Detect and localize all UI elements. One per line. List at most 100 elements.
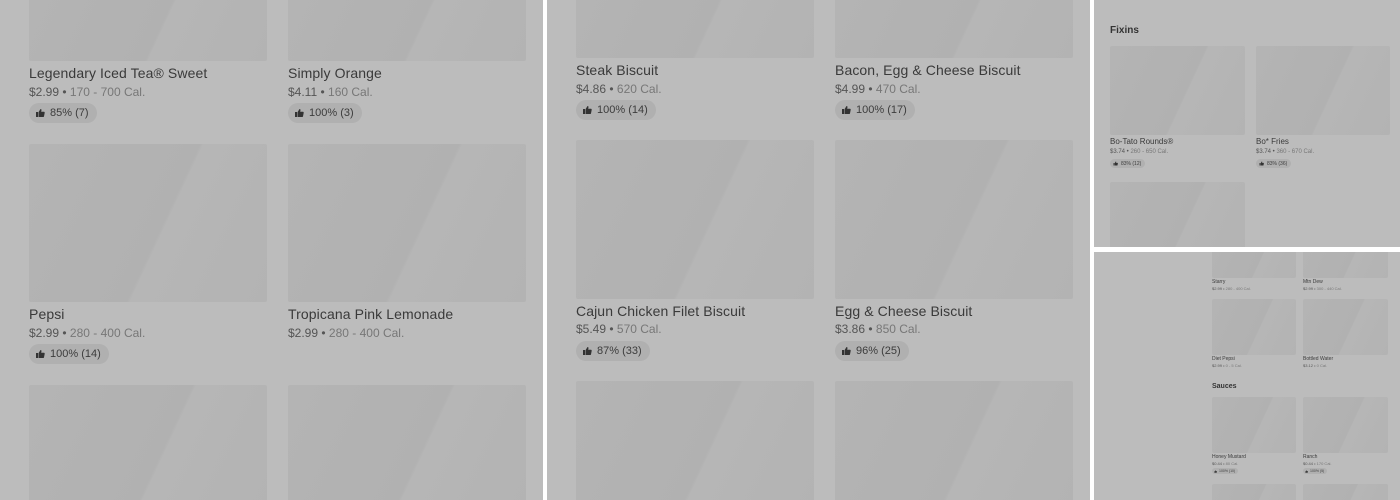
- item-price: $4.99: [835, 82, 866, 96]
- item-name: Pepsi: [29, 306, 65, 322]
- menu-item-card[interactable]: Legendary Iced Tea® Sweet $2.99 • 170 - …: [29, 0, 267, 125]
- menu-item-card[interactable]: Tropicana Pink Lemonade $2.99 • 280 - 40…: [288, 144, 526, 369]
- rating-badge: 83% (36): [1256, 159, 1292, 168]
- menu-item-card[interactable]: Bottled Water $3.12 • 0 Cal.: [1303, 299, 1388, 371]
- item-calories: 170 - 700 Cal.: [69, 85, 146, 99]
- menu-item-card[interactable]: Diet Pepsi $2.99 • 0 - 5 Cal.: [1212, 299, 1296, 371]
- item-image: [835, 140, 1073, 299]
- item-price: $2.99: [29, 85, 60, 99]
- menu-item-card[interactable]: Egg & Cheese Biscuit $3.86 • 850 Cal. 96…: [835, 140, 1073, 365]
- thumbs-up-icon: [841, 346, 851, 356]
- item-price-calories: $2.99 • 280 - 400 Cal.: [1212, 286, 1251, 291]
- item-name: Mtn Dew: [1303, 279, 1323, 285]
- rating-badge: 100% (3): [288, 103, 362, 123]
- menu-item-card[interactable]: Bo* Fries $3.74 • 360 - 670 Cal. 83% (36…: [1256, 46, 1390, 172]
- item-image: [288, 144, 526, 302]
- menu-item-card[interactable]: Pepsi $2.99 • 280 - 400 Cal. 100% (14): [29, 144, 267, 369]
- rating-text: 100% (17): [856, 104, 907, 116]
- item-price: $0.44: [1212, 461, 1223, 466]
- item-calories: 260 - 650 Cal.: [1130, 149, 1169, 155]
- rating-badge: 87% (33): [576, 341, 650, 361]
- item-name: Diet Pepsi: [1212, 356, 1235, 362]
- thumbs-up-icon: [582, 346, 592, 356]
- item-price: $5.49: [576, 322, 607, 336]
- thumbs-up-icon: [1113, 161, 1118, 166]
- item-image[interactable]: [1110, 182, 1245, 247]
- item-name: Bo-Tato Rounds®: [1110, 137, 1174, 146]
- item-price-calories: $4.86 • 620 Cal.: [576, 82, 662, 96]
- item-calories: 280 - 400 Cal.: [1225, 286, 1251, 291]
- item-price: $2.99: [1212, 363, 1223, 368]
- item-calories: 620 Cal.: [616, 82, 662, 96]
- thumbs-up-icon: [35, 108, 45, 118]
- item-image[interactable]: [576, 381, 814, 500]
- item-image: [1212, 299, 1296, 355]
- drinks-sauces-panel: Starry $2.99 • 280 - 400 Cal. Mtn Dew $2…: [1094, 252, 1400, 500]
- rating-badge: 100% (17): [835, 100, 915, 120]
- item-name: Egg & Cheese Biscuit: [835, 303, 973, 319]
- menu-item-card[interactable]: Cajun Chicken Filet Biscuit $5.49 • 570 …: [576, 140, 814, 365]
- menu-item-card[interactable]: Starry $2.99 • 280 - 400 Cal.: [1212, 252, 1296, 294]
- section-title: Sauces: [1212, 383, 1237, 390]
- item-price-calories: $3.86 • 850 Cal.: [835, 322, 921, 336]
- menu-item-card[interactable]: Mtn Dew $2.99 • 300 - 440 Cal.: [1303, 252, 1388, 294]
- rating-badge: 100% (14): [576, 100, 656, 120]
- menu-item-card[interactable]: Steak Biscuit $4.86 • 620 Cal. 100% (14): [576, 0, 814, 122]
- thumbs-up-icon: [582, 105, 592, 115]
- item-price-calories: $2.99 • 170 - 700 Cal.: [29, 85, 146, 99]
- item-calories: 280 - 400 Cal.: [69, 326, 146, 340]
- item-price: $0.44: [1303, 461, 1314, 466]
- drinks-panel: Legendary Iced Tea® Sweet $2.99 • 170 - …: [0, 0, 543, 500]
- item-price-calories: $0.44 • 170 Cal.: [1303, 461, 1332, 466]
- menu-item-card[interactable]: Bo-Tato Rounds® $3.74 • 260 - 650 Cal. 8…: [1110, 46, 1245, 172]
- item-calories: 160 Cal.: [328, 85, 373, 99]
- item-price: $4.11: [288, 85, 318, 99]
- item-image: [1110, 46, 1245, 135]
- item-calories: 0 - 5 Cal.: [1225, 363, 1242, 368]
- item-name: Bacon, Egg & Cheese Biscuit: [835, 62, 1021, 78]
- item-price-calories: $3.12 • 0 Cal.: [1303, 363, 1328, 368]
- item-calories: 360 - 670 Cal.: [1276, 149, 1315, 155]
- thumbs-up-icon: [1214, 469, 1217, 473]
- item-price: $3.74: [1110, 149, 1126, 155]
- item-price: $4.86: [576, 82, 607, 96]
- item-image[interactable]: [835, 381, 1073, 500]
- item-name: Bo* Fries: [1256, 137, 1289, 146]
- item-price-calories: $3.74 • 360 - 670 Cal.: [1256, 149, 1315, 155]
- item-price-calories: $4.11 • 160 Cal.: [288, 85, 373, 99]
- item-name: Simply Orange: [288, 65, 382, 81]
- item-image: [1212, 252, 1296, 278]
- item-price: $2.99: [1212, 286, 1223, 291]
- thumbs-up-icon: [1259, 161, 1264, 166]
- item-image: [1256, 46, 1390, 135]
- biscuits-panel: Steak Biscuit $4.86 • 620 Cal. 100% (14)…: [547, 0, 1090, 500]
- item-price: $3.12: [1303, 363, 1314, 368]
- fixins-panel: Fixins Bo-Tato Rounds® $3.74 • 260 - 650…: [1094, 0, 1400, 247]
- item-calories: 300 - 440 Cal.: [1316, 286, 1342, 291]
- menu-item-card[interactable]: Honey Mustard $0.44 • 80 Cal. 100% (10): [1212, 397, 1296, 477]
- item-image[interactable]: [288, 385, 526, 500]
- rating-badge: 85% (7): [29, 103, 97, 123]
- item-price: $2.99: [29, 326, 60, 340]
- menu-item-card[interactable]: Bacon, Egg & Cheese Biscuit $4.99 • 470 …: [835, 0, 1073, 122]
- item-calories: 0 Cal.: [1316, 363, 1328, 368]
- item-price-calories: $0.44 • 80 Cal.: [1212, 461, 1239, 466]
- thumbs-up-icon: [841, 105, 851, 115]
- item-image: [1303, 397, 1388, 453]
- item-price: $3.74: [1256, 149, 1272, 155]
- menu-item-card[interactable]: Ranch $0.44 • 170 Cal. 100% (5): [1303, 397, 1388, 477]
- item-calories: 170 Cal.: [1316, 461, 1332, 466]
- item-image: [29, 0, 267, 61]
- rating-text: 87% (33): [597, 345, 642, 357]
- item-image[interactable]: [29, 385, 267, 500]
- item-image: [1212, 397, 1296, 453]
- rating-badge: 100% (14): [29, 344, 109, 364]
- item-calories: 280 - 400 Cal.: [328, 326, 405, 340]
- item-price-calories: $3.74 • 260 - 650 Cal.: [1110, 149, 1169, 155]
- item-image[interactable]: [1303, 484, 1388, 500]
- menu-item-card[interactable]: Simply Orange $4.11 • 160 Cal. 100% (3): [288, 0, 526, 125]
- rating-text: 85% (7): [50, 107, 89, 119]
- item-image[interactable]: [1212, 484, 1296, 500]
- rating-text: 96% (25): [856, 345, 901, 357]
- item-image: [835, 0, 1073, 58]
